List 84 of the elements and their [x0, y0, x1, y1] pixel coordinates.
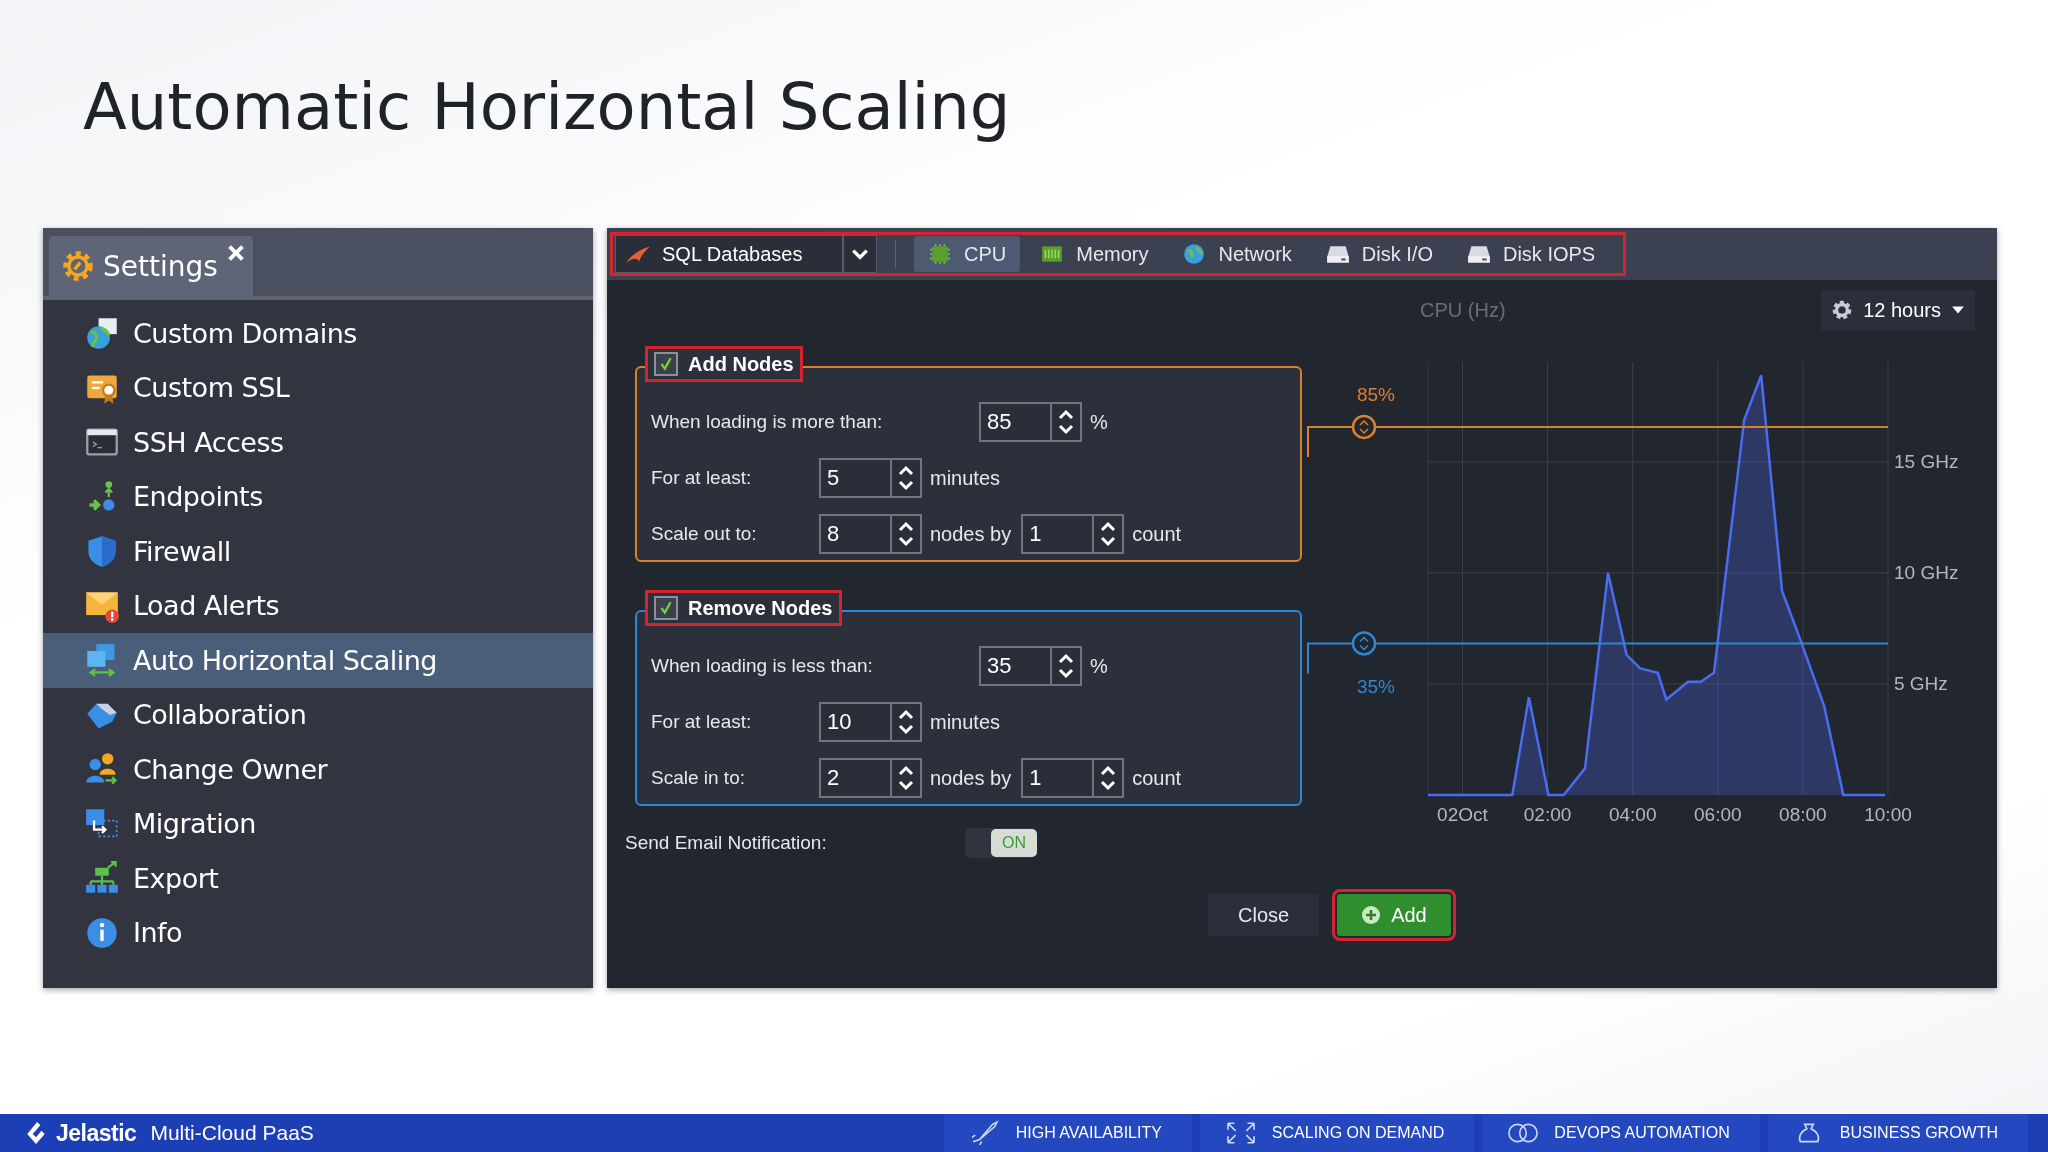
- metric-tab[interactable]: CPU: [914, 236, 1021, 272]
- number-spinner[interactable]: 10: [819, 702, 922, 742]
- rule-label: Remove Nodes: [688, 596, 833, 620]
- checkbox[interactable]: [654, 596, 678, 620]
- settings-tab[interactable]: Settings: [49, 236, 253, 296]
- y-tick-label: 5 GHz: [1894, 672, 1948, 694]
- chip-icon: [928, 242, 952, 266]
- unit-label: nodes by: [930, 766, 1012, 790]
- settings-menu-item[interactable]: Endpoints: [43, 469, 593, 524]
- settings-menu-item[interactable]: Custom Domains: [43, 306, 593, 361]
- chart-title: CPU (Hz): [1420, 298, 1506, 322]
- number-spinner[interactable]: 1: [1021, 514, 1125, 554]
- settings-menu-item[interactable]: Custom SSL: [43, 360, 593, 415]
- globe-icon: [1182, 242, 1207, 266]
- field-label: When loading is less than:: [651, 655, 874, 677]
- brand-name: Jelastic: [56, 1119, 137, 1147]
- y-tick-label: 15 GHz: [1894, 450, 1959, 472]
- settings-menu-item[interactable]: Auto Horizontal Scaling: [43, 633, 593, 688]
- number-spinner[interactable]: 8: [819, 514, 922, 554]
- unit-label: %: [1090, 654, 1108, 678]
- metric-tab[interactable]: Network: [1168, 236, 1306, 272]
- info-icon: [85, 915, 119, 950]
- field-label: When loading is more than:: [651, 411, 884, 433]
- settings-menu-item[interactable]: Change Owner: [43, 742, 593, 797]
- settings-menu-item[interactable]: Firewall: [43, 524, 593, 579]
- checkbox[interactable]: [654, 352, 678, 376]
- x-tick-label: 10:00: [1864, 804, 1912, 825]
- number-spinner[interactable]: 35: [979, 646, 1082, 686]
- x-tick-label: 06:00: [1694, 804, 1742, 825]
- field-label: For at least:: [651, 467, 753, 489]
- node-group-dropdown[interactable]: SQL Databases: [615, 235, 877, 273]
- feature-item: HIGH AVAILABILITY: [943, 1114, 1192, 1152]
- settings-menu-item[interactable]: Collaboration: [43, 687, 593, 742]
- number-spinner[interactable]: 1: [1021, 758, 1125, 798]
- field-label: For at least:: [651, 711, 753, 733]
- threshold-label: 35%: [1357, 676, 1395, 698]
- threshold-label: 85%: [1357, 383, 1395, 405]
- unit-label: nodes by: [930, 522, 1012, 546]
- field-label: Send Email Notification:: [624, 832, 828, 854]
- unit-label: count: [1132, 522, 1182, 546]
- metric-tab[interactable]: Disk I/O: [1311, 236, 1447, 272]
- x-tick-label: 02Oct: [1437, 804, 1488, 825]
- metric-tab[interactable]: Memory: [1026, 236, 1163, 272]
- number-spinner[interactable]: 5: [819, 458, 922, 498]
- globe-icon: [85, 316, 119, 351]
- time-range-dropdown[interactable]: 12 hours: [1821, 290, 1975, 330]
- settings-menu-item[interactable]: SSH Access: [43, 415, 593, 470]
- close-icon[interactable]: [227, 244, 245, 262]
- feature-item: DEVOPS AUTOMATION: [1482, 1114, 1760, 1152]
- metric-tab[interactable]: Disk IOPS: [1452, 236, 1610, 272]
- unit-label: count: [1132, 766, 1182, 790]
- slide-title: Automatic Horizontal Scaling: [83, 69, 1012, 146]
- caret-icon: [851, 247, 869, 261]
- x-tick-label: 04:00: [1608, 804, 1657, 825]
- threshold-line[interactable]: [1307, 631, 1889, 675]
- feature-item: BUSINESS GROWTH: [1767, 1114, 2028, 1152]
- users-icon: [85, 752, 119, 787]
- y-tick-label: 10 GHz: [1894, 561, 1959, 583]
- settings-menu-item[interactable]: Migration: [43, 796, 593, 851]
- threshold-line[interactable]: [1307, 414, 1889, 458]
- feature-item: SCALING ON DEMAND: [1199, 1114, 1475, 1152]
- gear-icon: [1831, 299, 1854, 321]
- product-name: Multi-Cloud PaaS: [150, 1121, 314, 1145]
- shield-icon: [85, 534, 119, 569]
- checkmark-icon: [658, 356, 674, 372]
- number-spinner[interactable]: 2: [819, 758, 922, 798]
- checkmark-icon: [658, 600, 674, 616]
- field-label: Scale out to:: [651, 523, 758, 545]
- close-button[interactable]: Close: [1208, 894, 1320, 936]
- field-label: Scale in to:: [651, 767, 746, 789]
- network-icon: [85, 861, 119, 896]
- rule-label: Add Nodes: [688, 352, 794, 376]
- settings-menu-item[interactable]: Info: [43, 905, 593, 960]
- number-spinner[interactable]: 85: [979, 402, 1082, 442]
- x-tick-label: 08:00: [1779, 804, 1827, 825]
- settings-menu-item[interactable]: Export: [43, 851, 593, 906]
- caret-icon: [1951, 305, 1965, 315]
- unit-label: %: [1090, 410, 1108, 434]
- unit-label: minutes: [930, 466, 1001, 490]
- settings-menu-item[interactable]: Load Alerts: [43, 578, 593, 633]
- x-tick-label: 02:00: [1523, 804, 1572, 825]
- unit-label: minutes: [930, 710, 1001, 734]
- gear-icon: [61, 249, 95, 283]
- plus-icon: [1361, 905, 1382, 925]
